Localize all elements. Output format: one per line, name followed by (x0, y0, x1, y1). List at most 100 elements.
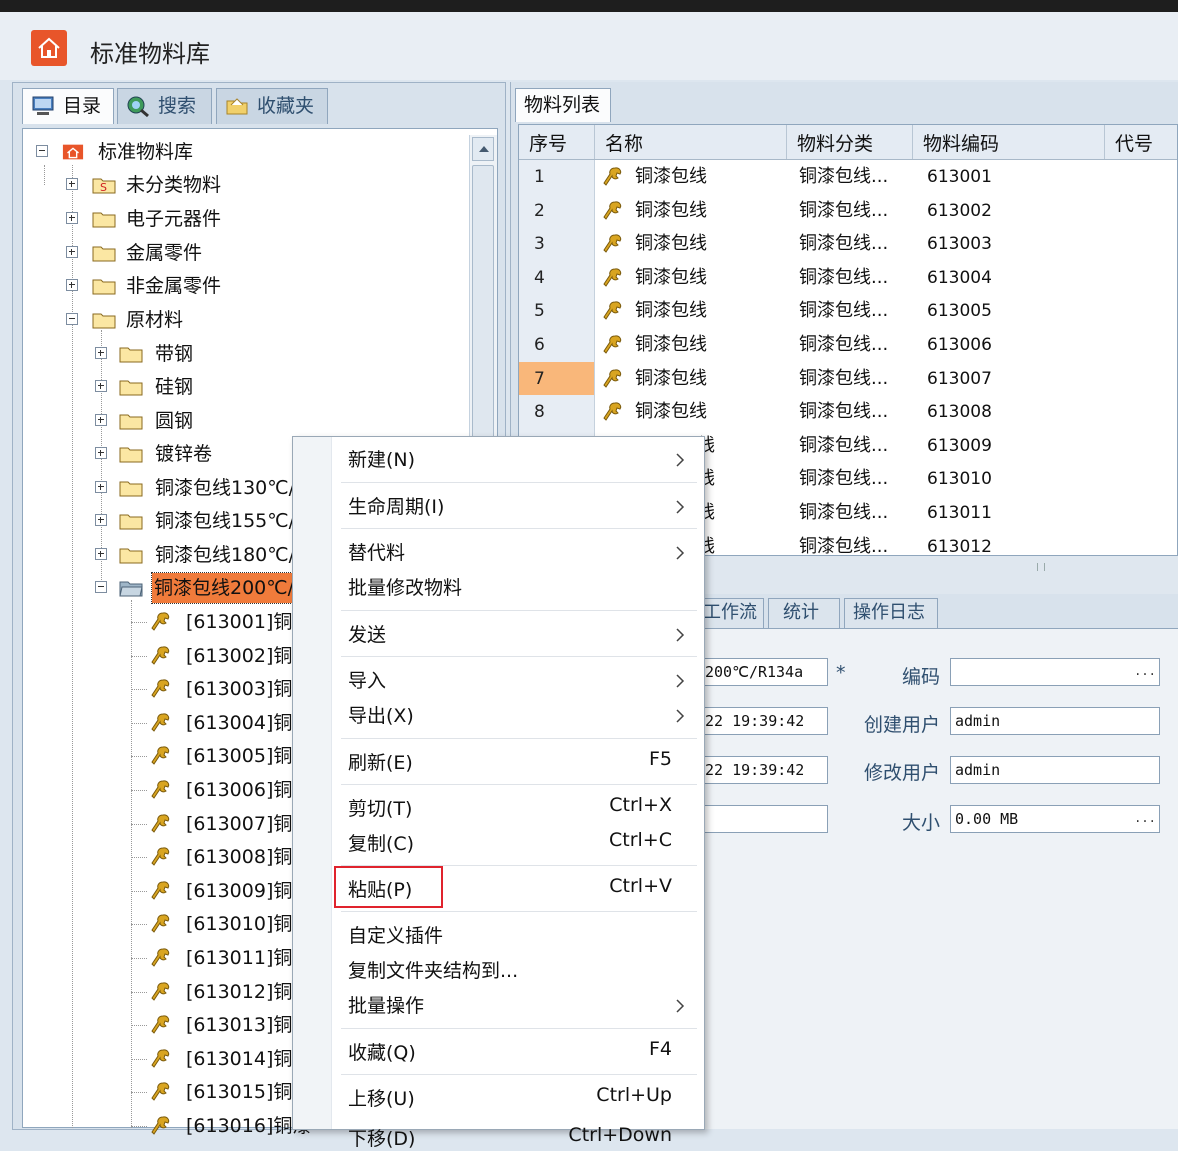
menu-item-copy[interactable]: 复制(C) (348, 829, 414, 856)
menu-item-batch-modify[interactable]: 批量修改物料 (348, 573, 462, 600)
expand-toggle[interactable] (95, 514, 107, 526)
row-number-cell[interactable]: 7 (519, 361, 595, 396)
submenu-arrow-icon (675, 545, 685, 560)
code-field[interactable]: ... (950, 658, 1160, 686)
menu-item-custom-plugin[interactable]: 自定义插件 (348, 921, 443, 948)
tree-line (131, 622, 147, 623)
menu-item-lifecycle[interactable]: 生命周期(I) (348, 492, 444, 519)
tab-operation-log[interactable]: 操作日志 (844, 598, 938, 628)
modifier-field[interactable]: admin (950, 756, 1160, 784)
expand-toggle[interactable] (95, 380, 107, 392)
expand-toggle[interactable] (95, 481, 107, 493)
tree-line (131, 756, 147, 758)
menu-shortcut-move-up: Ctrl+Up (596, 1084, 672, 1106)
tree-node-label: 电子元器件 (126, 208, 222, 230)
row-number-cell[interactable]: 4 (519, 260, 595, 295)
menu-item-import[interactable]: 导入 (348, 666, 386, 693)
row-number-cell[interactable]: 1 (519, 160, 595, 194)
expand-toggle[interactable] (95, 548, 107, 560)
column-header-category[interactable]: 物料分类 (787, 125, 913, 159)
tree-line (44, 165, 45, 185)
menu-shortcut-refresh: F5 (648, 748, 672, 770)
computer-icon (32, 96, 54, 115)
material-wrench-icon (151, 645, 171, 667)
menu-item-new[interactable]: 新建(N) (348, 445, 415, 472)
tree-node-label: 带钢 (155, 343, 194, 365)
menu-item-cut[interactable]: 剪切(T) (348, 794, 412, 821)
menu-item-substitute[interactable]: 替代料 (348, 538, 405, 565)
table-row[interactable]: 5 铜漆包线 铜漆包线... 613005 (519, 294, 1177, 329)
scroll-thumb[interactable] (472, 165, 494, 475)
table-row[interactable]: 1 铜漆包线 铜漆包线... 613001 (519, 160, 1177, 194)
row-number-cell[interactable]: 8 (519, 395, 595, 430)
creator-field[interactable]: admin (950, 707, 1160, 735)
blank-field[interactable] (700, 805, 828, 833)
expand-toggle[interactable] (95, 347, 107, 359)
material-category-cell: 铜漆包线... (799, 266, 889, 288)
tab-favorites[interactable]: 收藏夹 (216, 88, 328, 124)
column-header-no[interactable]: 序号 (519, 125, 595, 159)
menu-item-batch-operation[interactable]: 批量操作 (348, 991, 424, 1018)
tree-node-label: 铜漆包线155℃/ (155, 510, 296, 532)
size-browse-button[interactable]: ... (1133, 808, 1157, 830)
table-row[interactable]: 4 铜漆包线 铜漆包线... 613004 (519, 260, 1177, 295)
collapse-toggle[interactable] (36, 145, 48, 157)
panel-splitter[interactable] (700, 556, 1178, 594)
row-number-cell[interactable]: 3 (519, 227, 595, 262)
row-number-cell[interactable]: 5 (519, 294, 595, 329)
material-category-cell: 铜漆包线... (799, 401, 889, 423)
expand-toggle[interactable] (95, 414, 107, 426)
expand-toggle[interactable] (66, 279, 78, 291)
material-name-cell: 铜漆包线 (635, 266, 707, 288)
expand-toggle[interactable] (95, 447, 107, 459)
tree-line (131, 958, 147, 959)
splitter-grip (1037, 563, 1045, 571)
material-code-cell: 613004 (927, 267, 992, 288)
tree-line (131, 890, 147, 892)
column-header-code[interactable]: 物料编码 (913, 125, 1105, 159)
material-code-cell: 613003 (927, 234, 992, 255)
table-row[interactable]: 8 铜漆包线 铜漆包线... 613008 (519, 395, 1177, 430)
tab-search[interactable]: 搜索 (117, 88, 212, 124)
column-header-name[interactable]: 名称 (595, 125, 787, 159)
material-category-cell: 铜漆包线... (799, 199, 889, 221)
created-time-field[interactable]: 22 19:39:42 (700, 707, 828, 735)
folder-icon (119, 548, 143, 564)
expand-toggle[interactable] (66, 246, 78, 258)
tab-workflow[interactable]: 工作流 (700, 598, 764, 628)
menu-item-favorite[interactable]: 收藏(Q) (348, 1038, 416, 1065)
modified-time-field[interactable]: 22 19:39:42 (700, 756, 828, 784)
menu-item-move-down[interactable]: 下移(D) (348, 1124, 415, 1151)
tab-statistics[interactable]: 统计 (768, 598, 840, 628)
material-wrench-icon (151, 981, 171, 1003)
name-field[interactable]: 200℃/R134a (700, 658, 828, 686)
expand-toggle[interactable] (66, 212, 78, 224)
table-row[interactable]: 7 铜漆包线 铜漆包线... 613007 (519, 361, 1177, 396)
tree-line (131, 722, 147, 724)
collapse-toggle[interactable] (66, 313, 78, 325)
tab-material-list[interactable]: 物料列表 (515, 88, 611, 122)
menu-separator (341, 1074, 697, 1075)
menu-item-send[interactable]: 发送 (348, 620, 386, 647)
table-row[interactable]: 2 铜漆包线 铜漆包线... 613002 (519, 193, 1177, 228)
menu-shortcut-move-down: Ctrl+Down (568, 1124, 672, 1146)
column-header-alias[interactable]: 代号 (1105, 125, 1177, 159)
menu-item-export[interactable]: 导出(X) (348, 701, 414, 728)
row-number-cell[interactable]: 2 (519, 193, 595, 228)
menu-item-refresh[interactable]: 刷新(E) (348, 748, 413, 775)
menu-item-copy-folder-structure[interactable]: 复制文件夹结构到... (348, 956, 518, 983)
expand-toggle[interactable] (66, 178, 78, 190)
home-icon (31, 30, 67, 66)
row-number-cell[interactable]: 6 (519, 328, 595, 362)
material-code-cell: 613012 (927, 536, 992, 556)
size-field[interactable]: 0.00 MB ... (950, 805, 1160, 833)
material-category-cell: 铜漆包线... (799, 166, 889, 187)
material-category-cell: 铜漆包线... (799, 535, 889, 556)
code-browse-button[interactable]: ... (1133, 661, 1157, 683)
scroll-up-button[interactable] (472, 137, 494, 161)
table-row[interactable]: 3 铜漆包线 铜漆包线... 613003 (519, 227, 1177, 262)
table-row[interactable]: 6 铜漆包线 铜漆包线... 613006 (519, 328, 1177, 362)
collapse-toggle[interactable] (95, 581, 107, 593)
menu-item-move-up[interactable]: 上移(U) (348, 1084, 415, 1111)
tab-directory[interactable]: 目录 (22, 88, 114, 124)
